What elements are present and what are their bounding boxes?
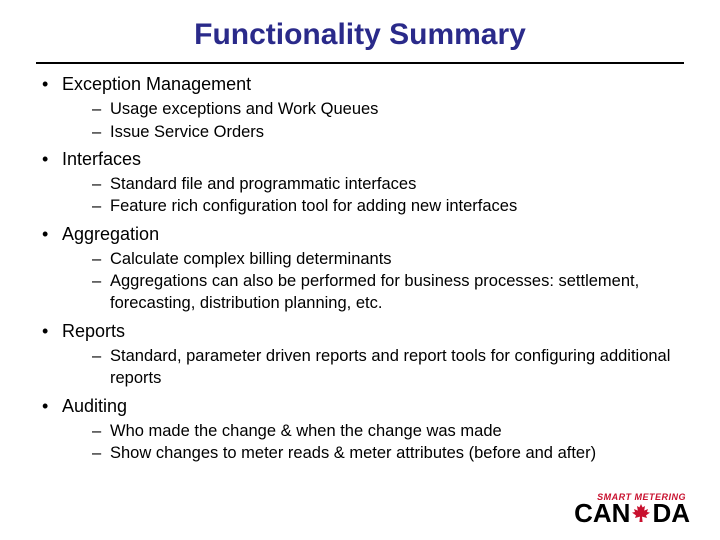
section-heading: Exception Management [62, 74, 251, 94]
sub-item: Show changes to meter reads & meter attr… [92, 442, 680, 464]
logo-letter: A [593, 500, 612, 526]
logo-letter: D [652, 500, 671, 526]
maple-leaf-icon [631, 503, 651, 523]
logo: SMART METERING C A N D A [574, 493, 690, 526]
sub-list: Calculate complex billing determinants A… [62, 248, 680, 315]
sub-list: Who made the change & when the change wa… [62, 420, 680, 465]
logo-wordmark: C A N D A [574, 500, 690, 526]
sub-item: Aggregations can also be performed for b… [92, 270, 680, 315]
bullet-list: Exception Management Usage exceptions an… [40, 72, 680, 464]
list-item: Interfaces Standard file and programmati… [40, 147, 680, 218]
sub-item: Standard file and programmatic interface… [92, 173, 680, 195]
logo-letter: N [612, 500, 631, 526]
logo-letter: C [574, 500, 593, 526]
list-item: Exception Management Usage exceptions an… [40, 72, 680, 143]
slide: Functionality Summary Exception Manageme… [0, 0, 720, 540]
section-heading: Interfaces [62, 149, 141, 169]
sub-list: Usage exceptions and Work Queues Issue S… [62, 98, 680, 143]
sub-item: Standard, parameter driven reports and r… [92, 345, 680, 390]
sub-item: Issue Service Orders [92, 121, 680, 143]
section-heading: Auditing [62, 396, 127, 416]
list-item: Auditing Who made the change & when the … [40, 394, 680, 465]
sub-list: Standard file and programmatic interface… [62, 173, 680, 218]
sub-item: Usage exceptions and Work Queues [92, 98, 680, 120]
title-underline [36, 62, 684, 64]
slide-content: Exception Management Usage exceptions an… [0, 72, 720, 464]
logo-letter: A [671, 500, 690, 526]
sub-list: Standard, parameter driven reports and r… [62, 345, 680, 390]
sub-item: Who made the change & when the change wa… [92, 420, 680, 442]
sub-item: Calculate complex billing determinants [92, 248, 680, 270]
section-heading: Aggregation [62, 224, 159, 244]
sub-item: Feature rich configuration tool for addi… [92, 195, 680, 217]
slide-title: Functionality Summary [0, 0, 720, 62]
list-item: Aggregation Calculate complex billing de… [40, 222, 680, 315]
list-item: Reports Standard, parameter driven repor… [40, 319, 680, 390]
section-heading: Reports [62, 321, 125, 341]
